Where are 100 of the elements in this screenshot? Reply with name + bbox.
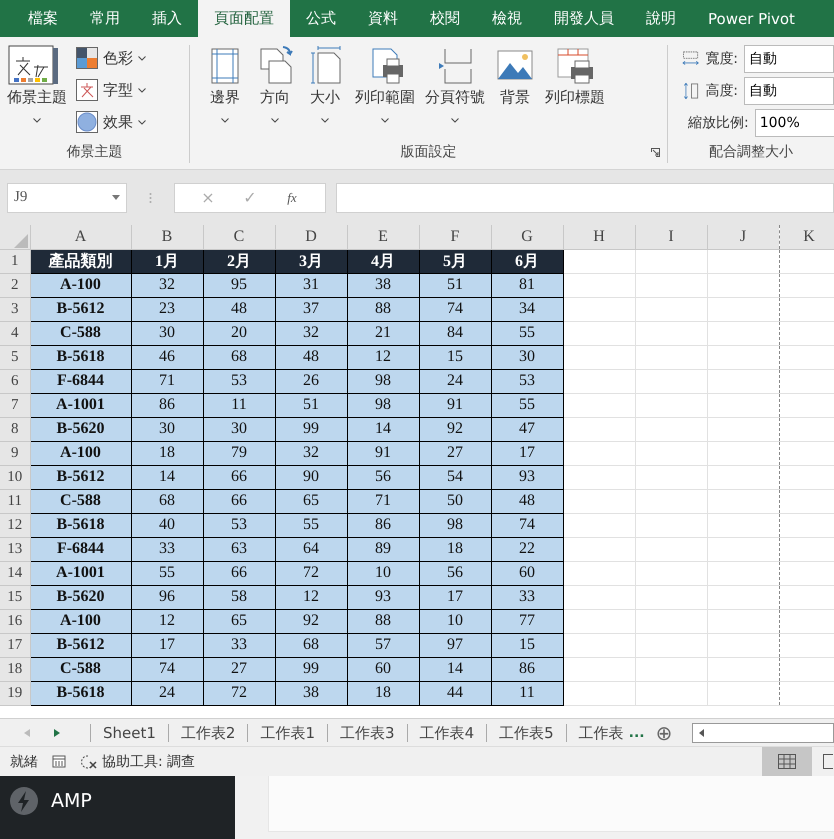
table-cell: A-100 <box>30 273 131 297</box>
table-cell: 55 <box>491 393 563 417</box>
table-cell: 68 <box>131 489 203 513</box>
table-header-cell: 6月 <box>491 249 563 273</box>
table-cell: 17 <box>131 633 203 657</box>
table-cell: 11 <box>491 681 563 705</box>
scroll-left-icon[interactable] <box>699 728 704 736</box>
column-header[interactable]: F <box>419 225 491 249</box>
row-number[interactable]: 11 <box>0 489 30 513</box>
sheet-tab[interactable]: 工作表3 <box>327 724 407 742</box>
row-number[interactable]: 2 <box>0 273 30 297</box>
table-cell: C-588 <box>30 657 131 681</box>
sheet-tab[interactable]: 工作表4 <box>406 724 486 742</box>
normal-view-button[interactable] <box>762 747 812 776</box>
page-setup-button[interactable]: 分頁符號 <box>422 45 488 123</box>
theme-option-button[interactable]: 字型 <box>76 77 146 103</box>
sheet-tab[interactable]: Sheet1 <box>90 724 168 742</box>
row-number[interactable]: 12 <box>0 513 30 537</box>
table-cell: 96 <box>131 585 203 609</box>
table-cell: 50 <box>419 489 491 513</box>
column-header[interactable]: A <box>30 225 131 249</box>
table-cell: B-5620 <box>30 417 131 441</box>
ribbon-tab[interactable]: 頁面配置 <box>198 0 290 37</box>
themes-button[interactable]: 佈景主題 <box>4 45 70 123</box>
sheet-tab[interactable]: 工作表5 <box>486 724 566 742</box>
grip-icon <box>149 192 152 204</box>
theme-option-button[interactable]: 色彩 <box>76 45 146 71</box>
caret-icon <box>221 118 229 123</box>
ribbon-tab[interactable]: 開發人員 <box>538 0 630 37</box>
page-setup-button[interactable]: 列印範圍 <box>352 45 418 123</box>
theme-option-button[interactable]: 效果 <box>76 109 146 135</box>
ribbon-tab[interactable]: 公式 <box>290 0 352 37</box>
page-setup-button[interactable]: 背景 <box>492 45 538 123</box>
column-header[interactable]: H <box>563 225 635 249</box>
row-number[interactable]: 4 <box>0 321 30 345</box>
row-number[interactable]: 14 <box>0 561 30 585</box>
page-setup-button[interactable]: 邊界 <box>202 45 248 123</box>
column-header[interactable]: I <box>635 225 707 249</box>
ribbon-tab[interactable]: 插入 <box>136 0 198 37</box>
scale-field[interactable]: 自動 <box>744 45 834 73</box>
page-setup-button[interactable]: 列印標題 <box>542 45 608 123</box>
row-number[interactable]: 15 <box>0 585 30 609</box>
row-number[interactable]: 3 <box>0 297 30 321</box>
dialog-launcher-icon[interactable] <box>650 147 661 158</box>
formula-field[interactable] <box>336 182 834 212</box>
table-cell: 55 <box>491 321 563 345</box>
font-character-icon <box>76 79 98 101</box>
column-header[interactable]: B <box>131 225 203 249</box>
row-number[interactable]: 6 <box>0 369 30 393</box>
column-header[interactable]: J <box>707 225 779 249</box>
ribbon-tab[interactable]: 常用 <box>74 0 136 37</box>
row-number[interactable]: 1 <box>0 249 30 273</box>
row-number[interactable]: 13 <box>0 537 30 561</box>
new-sheet-button[interactable]: ⊕ <box>656 720 672 744</box>
field-label: 高度: <box>705 82 738 100</box>
row-number[interactable]: 17 <box>0 633 30 657</box>
page-setup-button[interactable]: 大小 <box>302 45 348 123</box>
row-number[interactable]: 10 <box>0 465 30 489</box>
ribbon-tab[interactable]: 檔案 <box>12 0 74 37</box>
lightning-icon[interactable] <box>9 786 39 816</box>
table-cell: 74 <box>419 297 491 321</box>
row-number[interactable]: 7 <box>0 393 30 417</box>
row-number[interactable]: 5 <box>0 345 30 369</box>
effects-circle-icon <box>76 111 98 133</box>
table-header-cell: 3月 <box>275 249 347 273</box>
grid-icon <box>778 754 796 769</box>
scale-field[interactable]: 100% <box>754 109 834 137</box>
sheet-tab[interactable]: 工作表2 <box>168 724 248 742</box>
table-cell: 86 <box>347 513 419 537</box>
ribbon-tab[interactable]: 說明 <box>630 0 692 37</box>
ribbon-tab[interactable]: 檢視 <box>476 0 538 37</box>
ribbon-tab[interactable]: 資料 <box>352 0 414 37</box>
table-cell: 47 <box>491 417 563 441</box>
insert-function-button[interactable]: fx <box>271 190 313 206</box>
row-number[interactable]: 16 <box>0 609 30 633</box>
macro-record-icon[interactable] <box>52 755 66 768</box>
horizontal-scrollbar[interactable] <box>692 722 834 742</box>
sheet-tab[interactable]: 工作表1 <box>247 724 328 742</box>
table-cell: 48 <box>491 489 563 513</box>
accessibility-status[interactable]: 協助工具: 調查 <box>80 752 196 770</box>
table-cell: B-5612 <box>30 297 131 321</box>
column-header[interactable]: D <box>275 225 347 249</box>
scale-field[interactable]: 自動 <box>744 77 834 105</box>
column-header[interactable]: C <box>203 225 275 249</box>
next-sheet-icon[interactable] <box>54 728 60 736</box>
column-header[interactable]: K <box>779 225 834 249</box>
ribbon-tab[interactable]: 校閱 <box>414 0 476 37</box>
row-number[interactable]: 18 <box>0 657 30 681</box>
column-header[interactable]: G <box>491 225 563 249</box>
row-number[interactable]: 19 <box>0 681 30 705</box>
page-setup-button[interactable]: 方向 <box>252 45 298 123</box>
row-number[interactable]: 9 <box>0 441 30 465</box>
table-cell: 37 <box>275 297 347 321</box>
table-cell: A-1001 <box>30 393 131 417</box>
ribbon-tab[interactable]: Power Pivot <box>692 0 811 37</box>
table-cell: 17 <box>491 441 563 465</box>
table-cell: B-5612 <box>30 465 131 489</box>
column-header[interactable]: E <box>347 225 419 249</box>
row-number[interactable]: 8 <box>0 417 30 441</box>
name-box[interactable]: J9 <box>7 182 127 212</box>
